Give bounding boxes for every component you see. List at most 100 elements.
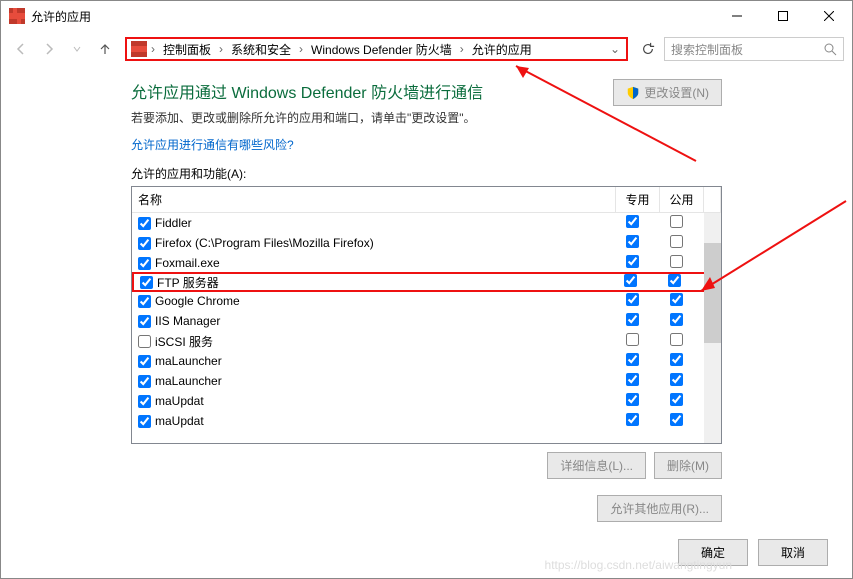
col-public-header[interactable]: 公用	[660, 187, 704, 212]
firewall-icon	[131, 41, 147, 57]
nav-row: › 控制面板 › 系统和安全 › Windows Defender 防火墙 › …	[1, 31, 852, 67]
public-checkbox[interactable]	[670, 313, 683, 326]
app-name: Foxmail.exe	[155, 256, 220, 270]
address-bar[interactable]: › 控制面板 › 系统和安全 › Windows Defender 防火墙 › …	[125, 37, 628, 61]
table-row[interactable]: maUpdat	[132, 391, 721, 411]
private-checkbox[interactable]	[626, 413, 639, 426]
app-enable-checkbox[interactable]	[138, 415, 151, 428]
private-checkbox[interactable]	[626, 373, 639, 386]
list-header: 名称 专用 公用	[132, 187, 721, 213]
search-placeholder: 搜索控制面板	[671, 41, 824, 58]
scrollbar-thumb[interactable]	[704, 243, 721, 343]
public-checkbox[interactable]	[670, 413, 683, 426]
app-enable-checkbox[interactable]	[140, 276, 153, 289]
chevron-right-icon: ›	[458, 42, 466, 56]
app-enable-checkbox[interactable]	[138, 315, 151, 328]
titlebar: 允许的应用	[1, 1, 852, 31]
table-row[interactable]: iSCSI 服务	[132, 331, 721, 351]
app-enable-checkbox[interactable]	[138, 237, 151, 250]
table-row[interactable]: Google Chrome	[132, 291, 721, 311]
cancel-button[interactable]: 取消	[758, 539, 828, 566]
search-input[interactable]: 搜索控制面板	[664, 37, 844, 61]
maximize-button[interactable]	[760, 1, 806, 31]
private-checkbox[interactable]	[624, 274, 637, 287]
chevron-right-icon: ›	[217, 42, 225, 56]
remove-button[interactable]: 删除(M)	[654, 452, 722, 479]
public-checkbox[interactable]	[668, 274, 681, 287]
recent-dropdown[interactable]	[65, 37, 89, 61]
table-row[interactable]: Foxmail.exe	[132, 253, 721, 273]
private-checkbox[interactable]	[626, 333, 639, 346]
chevron-right-icon: ›	[149, 42, 157, 56]
refresh-button[interactable]	[636, 37, 660, 61]
app-name: maUpdat	[155, 394, 204, 408]
public-checkbox[interactable]	[670, 333, 683, 346]
public-checkbox[interactable]	[670, 393, 683, 406]
public-checkbox[interactable]	[670, 255, 683, 268]
app-enable-checkbox[interactable]	[138, 295, 151, 308]
table-row[interactable]: Firefox (C:\Program Files\Mozilla Firefo…	[132, 233, 721, 253]
app-name: Firefox (C:\Program Files\Mozilla Firefo…	[155, 236, 374, 250]
firewall-icon	[9, 8, 25, 24]
app-enable-checkbox[interactable]	[138, 355, 151, 368]
col-name-header[interactable]: 名称	[132, 187, 616, 212]
private-checkbox[interactable]	[626, 215, 639, 228]
table-row[interactable]: FTP 服务器	[132, 272, 721, 292]
minimize-button[interactable]	[714, 1, 760, 31]
table-row[interactable]: Fiddler	[132, 213, 721, 233]
window-title: 允许的应用	[31, 8, 714, 25]
public-checkbox[interactable]	[670, 215, 683, 228]
private-checkbox[interactable]	[626, 235, 639, 248]
up-button[interactable]	[93, 37, 117, 61]
forward-button[interactable]	[37, 37, 61, 61]
app-enable-checkbox[interactable]	[138, 395, 151, 408]
search-icon	[824, 43, 837, 56]
watermark: https://blog.csdn.net/aiwangtingyun	[545, 558, 732, 572]
app-name: Google Chrome	[155, 294, 240, 308]
app-enable-checkbox[interactable]	[138, 335, 151, 348]
table-row[interactable]: IIS Manager	[132, 311, 721, 331]
shield-icon	[626, 86, 640, 100]
breadcrumb-item[interactable]: 控制面板	[159, 41, 215, 58]
change-settings-button[interactable]: 更改设置(N)	[613, 79, 722, 106]
table-row[interactable]: maLauncher	[132, 351, 721, 371]
allow-other-button[interactable]: 允许其他应用(R)...	[597, 495, 722, 522]
public-checkbox[interactable]	[670, 235, 683, 248]
col-private-header[interactable]: 专用	[616, 187, 660, 212]
list-rows: Fiddler Firefox (C:\Program Files\Mozilla…	[132, 213, 721, 443]
app-name: FTP 服务器	[157, 274, 219, 291]
app-name: maUpdat	[155, 414, 204, 428]
breadcrumb-item[interactable]: 系统和安全	[227, 41, 295, 58]
private-checkbox[interactable]	[626, 255, 639, 268]
app-name: maLauncher	[155, 374, 222, 388]
app-list: 名称 专用 公用 Fiddler Firefox (C:\Program File…	[131, 186, 722, 444]
risk-link[interactable]: 允许应用进行通信有哪些风险?	[131, 136, 613, 153]
app-name: maLauncher	[155, 354, 222, 368]
table-row[interactable]: maUpdat	[132, 411, 721, 431]
chevron-down-icon[interactable]: ⌄	[608, 42, 622, 56]
breadcrumb-item[interactable]: Windows Defender 防火墙	[307, 41, 456, 58]
app-name: IIS Manager	[155, 314, 220, 328]
app-name: iSCSI 服务	[155, 333, 213, 350]
app-enable-checkbox[interactable]	[138, 375, 151, 388]
page-heading: 允许应用通过 Windows Defender 防火墙进行通信	[131, 79, 613, 103]
private-checkbox[interactable]	[626, 393, 639, 406]
back-button[interactable]	[9, 37, 33, 61]
breadcrumb-item[interactable]: 允许的应用	[468, 41, 536, 58]
private-checkbox[interactable]	[626, 313, 639, 326]
public-checkbox[interactable]	[670, 353, 683, 366]
public-checkbox[interactable]	[670, 373, 683, 386]
public-checkbox[interactable]	[670, 293, 683, 306]
app-enable-checkbox[interactable]	[138, 257, 151, 270]
app-name: Fiddler	[155, 216, 192, 230]
close-button[interactable]	[806, 1, 852, 31]
page-subtext: 若要添加、更改或删除所允许的应用和端口，请单击"更改设置"。	[131, 109, 613, 126]
details-button[interactable]: 详细信息(L)...	[547, 452, 646, 479]
list-label: 允许的应用和功能(A):	[131, 165, 722, 182]
app-enable-checkbox[interactable]	[138, 217, 151, 230]
scrollbar-header	[704, 187, 721, 212]
private-checkbox[interactable]	[626, 293, 639, 306]
private-checkbox[interactable]	[626, 353, 639, 366]
main-content: 允许应用通过 Windows Defender 防火墙进行通信 若要添加、更改或…	[1, 67, 852, 522]
table-row[interactable]: maLauncher	[132, 371, 721, 391]
